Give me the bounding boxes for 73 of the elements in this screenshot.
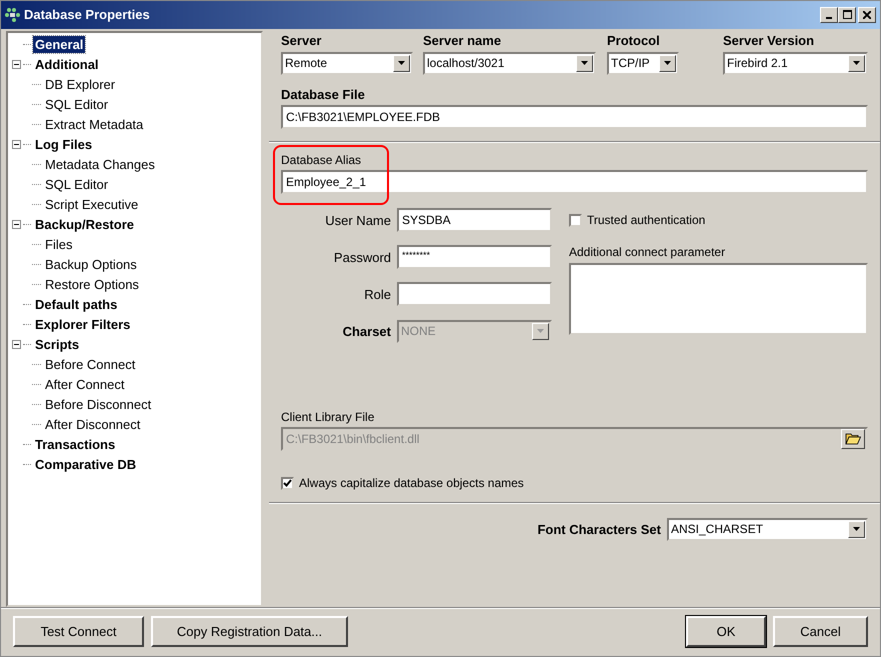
close-button[interactable] (858, 6, 876, 23)
database-alias-field[interactable]: Employee_2_1 (281, 170, 868, 194)
field-label: Font Characters Set (537, 522, 661, 537)
dropdown[interactable]: Remote (281, 52, 413, 75)
tree-item[interactable]: Default paths (33, 296, 120, 314)
tree-item[interactable]: Comparative DB (33, 456, 138, 474)
field-label: Server name (423, 32, 502, 48)
field-label: Database Alias (281, 152, 362, 167)
tree-item[interactable]: Log Files (33, 136, 94, 154)
maximize-button[interactable] (838, 6, 856, 23)
tree-item[interactable]: After Disconnect (43, 416, 142, 434)
caret-icon (581, 61, 588, 66)
dropdown[interactable]: TCP/IP (607, 52, 679, 75)
tree-item[interactable]: Extract Metadata (43, 116, 146, 134)
input-field[interactable]: SYSDBA (397, 208, 552, 232)
text-area[interactable] (569, 262, 868, 335)
field-label: Additional connect parameter (569, 244, 726, 259)
dropdown[interactable]: Firebird 2.1 (723, 52, 868, 75)
checkbox[interactable] (569, 214, 582, 227)
dialog-button[interactable]: Test Connect (13, 616, 144, 648)
checkbox[interactable] (281, 476, 294, 490)
tree-item[interactable]: Backup/Restore (33, 216, 136, 234)
dropdown[interactable]: localhost/3021 (423, 52, 596, 75)
caret-icon (664, 61, 671, 66)
dialog-button[interactable]: Copy Registration Data... (151, 616, 348, 648)
app-icon (5, 8, 21, 22)
tree-item[interactable]: General (33, 36, 86, 54)
input-field[interactable]: ******** (397, 245, 552, 270)
folder-icon (845, 432, 861, 446)
input-field[interactable] (397, 282, 552, 306)
checkbox-label: Always capitalize database objects names (299, 476, 524, 490)
field-label: Password (332, 250, 392, 265)
database-file-field[interactable]: C:\FB3021\EMPLOYEE.FDB (281, 104, 868, 129)
field-label: Server (281, 32, 322, 48)
dialog-button[interactable]: OK (686, 616, 766, 648)
field-label: Role (363, 286, 392, 302)
tree-item[interactable]: DB Explorer (43, 76, 118, 94)
collapse-icon[interactable] (12, 60, 21, 70)
tree-item[interactable]: Files (43, 236, 74, 254)
field-label: Client Library File (281, 410, 376, 424)
tree-item[interactable]: SQL Editor (43, 96, 110, 114)
collapse-icon[interactable] (12, 140, 21, 150)
close-icon (863, 10, 871, 19)
tree-item[interactable]: Transactions (33, 436, 118, 454)
caret-icon (537, 329, 544, 334)
tree-item[interactable]: Metadata Changes (43, 156, 157, 174)
dialog-button[interactable]: Cancel (773, 616, 868, 648)
field-label: Server Version (723, 32, 816, 48)
caret-icon (853, 527, 860, 532)
tree-item[interactable]: Before Connect (43, 356, 138, 374)
checkbox-label: Trusted authentication (587, 213, 706, 228)
tree-item[interactable]: Explorer Filters (33, 316, 132, 334)
window-title: Database Properties (24, 7, 150, 22)
tree-item[interactable]: Script Executive (43, 196, 140, 214)
tree-item[interactable]: Restore Options (43, 276, 141, 294)
caret-icon (853, 61, 860, 66)
maximize-icon (842, 10, 852, 20)
field-label: Database File (281, 86, 366, 102)
field-label: Protocol (607, 32, 661, 48)
dropdown[interactable]: ANSI_CHARSET (667, 518, 868, 541)
caret-icon (398, 61, 405, 66)
tree-item[interactable]: Additional (33, 56, 101, 74)
minimize-icon (826, 16, 832, 19)
tree-item[interactable]: After Connect (43, 376, 126, 394)
field-label: User Name (324, 212, 392, 228)
tree-item[interactable]: Scripts (33, 336, 82, 354)
tree-item[interactable]: Backup Options (43, 256, 139, 274)
field-label: Charset (342, 324, 392, 339)
minimize-button[interactable] (820, 6, 838, 23)
collapse-icon[interactable] (12, 340, 21, 350)
tree-item[interactable]: SQL Editor (43, 176, 110, 194)
collapse-icon[interactable] (12, 220, 21, 230)
tree-item[interactable]: Before Disconnect (43, 396, 154, 414)
